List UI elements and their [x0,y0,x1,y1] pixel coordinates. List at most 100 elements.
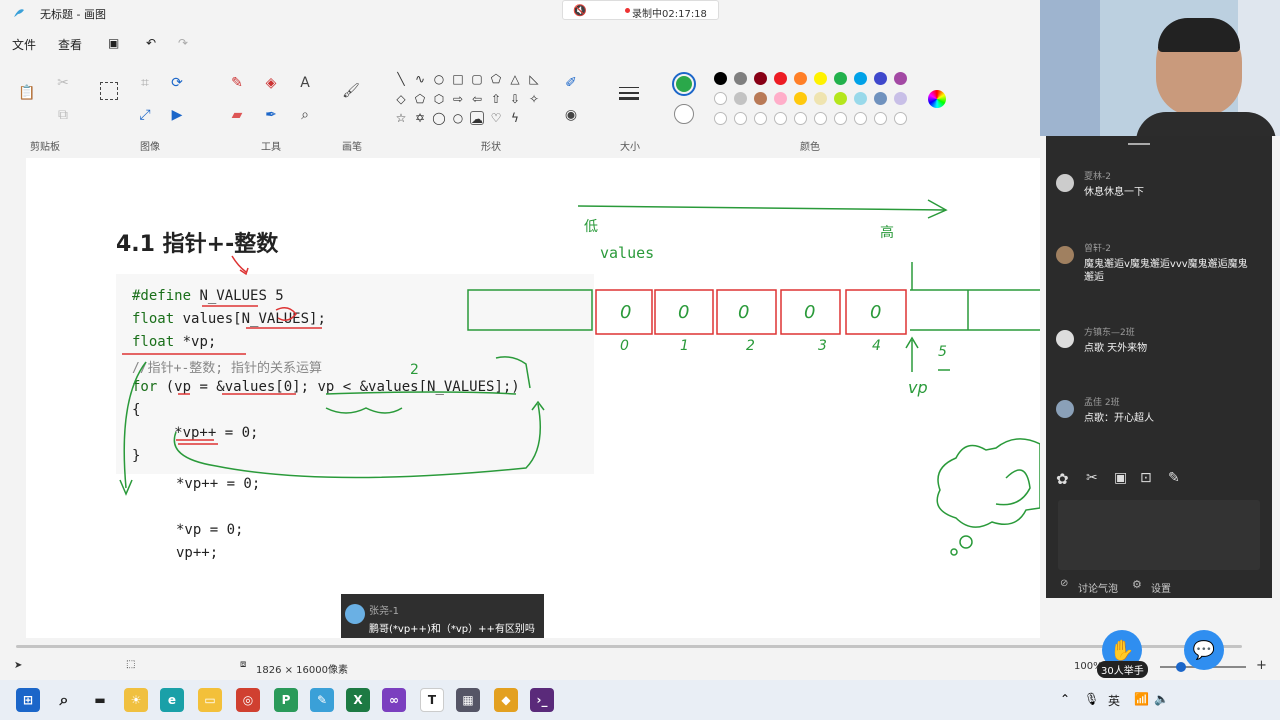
redo-icon[interactable]: ↷ [178,36,188,50]
diamond-shape-icon[interactable]: ◇ [394,92,408,106]
visual-studio-icon[interactable]: ∞ [382,688,406,712]
up-arrow-shape-icon[interactable]: ⇧ [489,92,503,106]
fill-shape-icon[interactable]: ◉ [560,104,582,126]
left-arrow-shape-icon[interactable]: ⇦ [470,92,484,106]
secondary-color[interactable] [674,104,694,124]
magnifier-icon[interactable]: ⌕ [294,104,316,126]
callout-cloud-shape-icon[interactable]: ☁ [470,111,484,126]
hexagon-shape-icon[interactable]: ⬡ [432,92,446,106]
five-star-shape-icon[interactable]: ☆ [394,111,408,125]
screenshot-icon[interactable]: ⊡ [1140,470,1152,486]
drawing-canvas[interactable]: 4.1 指针+-整数 #define N_VALUES 5 float valu… [26,158,1040,638]
excel-icon[interactable]: X [346,688,370,712]
color-swatch[interactable] [894,92,907,105]
menu-file[interactable]: 文件 [12,36,36,53]
oval-shape-icon[interactable]: ○ [432,72,446,86]
right-triangle-shape-icon[interactable]: ◺ [527,72,541,86]
zoom-in-icon[interactable]: + [1256,658,1267,673]
color-swatch[interactable] [814,92,827,105]
color-swatch[interactable] [834,92,847,105]
color-swatch[interactable] [774,92,787,105]
scissors-icon[interactable]: ✂ [1086,470,1098,486]
horizontal-scrollbar[interactable] [10,642,1250,650]
heart-shape-icon[interactable]: ♡ [489,111,503,125]
task-view-icon[interactable]: ▬ [88,688,112,712]
color-swatch[interactable] [734,112,747,125]
color-swatch[interactable] [874,72,887,85]
color-swatch[interactable] [714,92,727,105]
color-swatch[interactable] [794,92,807,105]
rotate-icon[interactable]: ⟳ [166,72,188,94]
app-icon[interactable]: ◆ [494,688,518,712]
fill-icon[interactable]: ◈ [260,72,282,94]
chat-toggle-button[interactable]: 💬 [1184,630,1224,670]
color-swatch[interactable] [814,72,827,85]
edit-colors-icon[interactable] [928,90,946,108]
menu-view[interactable]: 查看 [58,36,82,53]
color-swatch[interactable] [794,112,807,125]
line-shape-icon[interactable]: ╲ [394,72,408,86]
color-swatch[interactable] [774,112,787,125]
callout-oval-shape-icon[interactable]: ○ [451,111,465,125]
wifi-icon[interactable]: 📶 [1134,692,1149,706]
file-explorer-icon[interactable]: ▭ [198,688,222,712]
polygon-shape-icon[interactable]: ⬠ [489,72,503,86]
feedback-icon[interactable]: ✎ [1168,470,1180,486]
color-swatch[interactable] [814,112,827,125]
rounded-rect-shape-icon[interactable]: ▢ [470,72,484,86]
callout-round-shape-icon[interactable]: ◯ [432,111,446,125]
color-swatch[interactable] [854,112,867,125]
color-picker-icon[interactable]: ✒ [260,104,282,126]
lightning-shape-icon[interactable]: ϟ [508,111,522,125]
color-swatch[interactable] [874,112,887,125]
brush-icon[interactable]: 🖌 [340,80,362,102]
triangle-shape-icon[interactable]: △ [508,72,522,86]
down-arrow-shape-icon[interactable]: ⇩ [508,92,522,106]
paste-icon[interactable]: 📋 [16,82,38,104]
settings-label[interactable]: 设置 [1151,580,1171,595]
chrome-icon[interactable]: ◎ [236,688,260,712]
stroke-size-icon[interactable] [618,82,640,104]
terminal-icon[interactable]: ›_ [530,688,554,712]
curve-shape-icon[interactable]: ∿ [413,72,427,86]
cut-icon[interactable]: ✂ [52,72,74,94]
drag-handle[interactable] [1128,143,1150,145]
six-star-shape-icon[interactable]: ✡ [413,111,427,125]
crop-icon[interactable]: ⌗ [134,72,156,94]
outline-icon[interactable]: ✐ [560,72,582,94]
bubble-toggle-icon[interactable]: ⊘ [1060,578,1068,589]
text-icon[interactable]: A [294,72,316,94]
mute-icon[interactable]: 🔇 [573,4,587,17]
color-swatch[interactable] [874,92,887,105]
settings-icon[interactable]: ⚙ [1132,578,1142,591]
pdf-icon[interactable]: P [274,688,298,712]
flip-icon[interactable]: ▶ [166,104,188,126]
chat-input[interactable] [1058,500,1260,570]
color-swatch[interactable] [854,72,867,85]
resize-icon[interactable]: ⤢ [134,104,156,126]
color-swatch[interactable] [754,72,767,85]
color-swatch[interactable] [834,72,847,85]
volume-icon[interactable]: 🔈 [1154,692,1169,706]
save-icon[interactable]: ▣ [108,36,119,50]
color-swatch[interactable] [894,72,907,85]
color-swatch[interactable] [894,112,907,125]
primary-color[interactable] [672,72,696,96]
color-swatch[interactable] [754,92,767,105]
right-arrow-shape-icon[interactable]: ⇨ [451,92,465,106]
widgets-icon[interactable]: ☀ [124,688,148,712]
color-swatch[interactable] [714,112,727,125]
pencil-icon[interactable]: ✎ [226,72,248,94]
paint-icon[interactable]: ✎ [310,688,334,712]
color-swatch[interactable] [774,72,787,85]
tray-chevron-icon[interactable]: ⌃ [1060,692,1070,706]
color-swatch[interactable] [834,112,847,125]
color-swatch[interactable] [714,72,727,85]
color-swatch[interactable] [854,92,867,105]
image-icon[interactable]: ▣ [1114,470,1127,486]
undo-icon[interactable]: ↶ [146,36,156,50]
microphone-icon[interactable]: 🎙 [1084,692,1099,706]
rectangle-shape-icon[interactable]: □ [451,72,465,86]
pentagon-shape-icon[interactable]: ⬠ [413,92,427,106]
color-swatch[interactable] [794,72,807,85]
